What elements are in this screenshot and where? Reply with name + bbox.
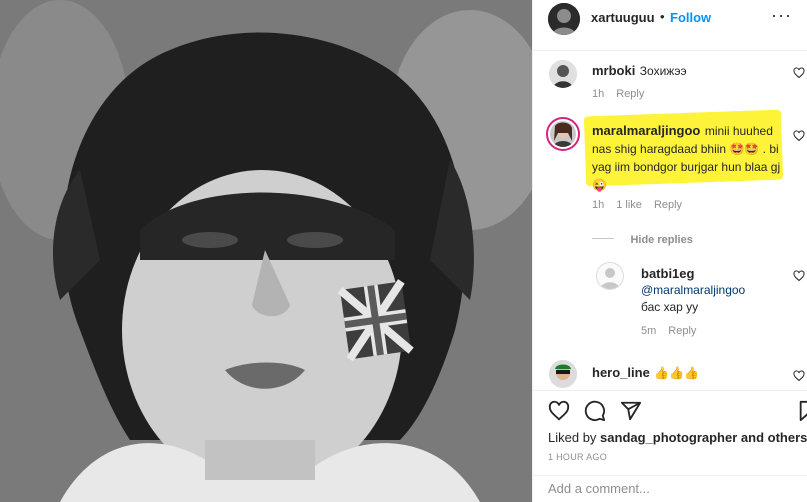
comment-text: Зохижээ	[639, 64, 687, 78]
comment-time: 1h	[592, 88, 605, 100]
comment-time: 1h	[592, 199, 605, 211]
comment-likes[interactable]: 1 like	[616, 199, 642, 211]
likes-suffix-label[interactable]: and others	[737, 430, 807, 445]
commenter-avatar[interactable]	[596, 262, 624, 290]
separator-dot: •	[660, 9, 665, 24]
replies-toggle[interactable]: Hide replies	[592, 230, 693, 248]
comment-meta: 1h 1 like Reply	[592, 199, 694, 211]
commenter-avatar[interactable]	[549, 60, 577, 88]
post-actions: Liked by sandag_photographer and others …	[533, 390, 807, 502]
reply-username[interactable]: batbi1eg	[641, 265, 791, 282]
commenter-avatar[interactable]	[549, 360, 577, 388]
liked-by-user[interactable]: sandag_photographer	[600, 430, 737, 445]
reply-button[interactable]: Reply	[668, 325, 696, 337]
add-comment-bar	[533, 475, 807, 502]
comment-text: 👍👍👍	[654, 366, 700, 380]
bookmark-icon[interactable]	[798, 400, 807, 422]
author-username[interactable]: xartuuguu	[591, 10, 655, 25]
post-timestamp: 1 HOUR AGO	[548, 452, 608, 462]
comment-username[interactable]: mrboki	[592, 63, 635, 78]
post-photo[interactable]	[0, 0, 532, 502]
hide-replies-button[interactable]: Hide replies	[630, 234, 692, 246]
reply-button[interactable]: Reply	[654, 199, 682, 211]
commenter-avatar[interactable]	[546, 117, 580, 151]
reply-text: бас хар уу	[641, 300, 699, 314]
more-icon[interactable]: ···	[771, 5, 792, 26]
comment-username[interactable]: maralmaraljingoo	[592, 123, 700, 138]
heart-icon[interactable]	[793, 370, 805, 382]
likes-summary: Liked by sandag_photographer and others	[548, 430, 807, 445]
author-avatar[interactable]	[548, 3, 580, 35]
photo-illustration	[0, 0, 532, 502]
follow-button[interactable]: Follow	[670, 10, 711, 25]
reply-mention[interactable]: @maralmaraljingoo	[641, 282, 791, 299]
reply-time: 5m	[641, 325, 657, 337]
share-icon[interactable]	[620, 400, 642, 422]
heart-icon[interactable]	[793, 130, 805, 142]
reply-button[interactable]: Reply	[616, 88, 644, 100]
reply-body: batbi1eg @maralmaraljingoo бас хар уу	[641, 265, 791, 316]
comment-icon[interactable]	[584, 400, 606, 422]
comment-username[interactable]: hero_line	[592, 365, 650, 380]
heart-icon[interactable]	[793, 67, 805, 79]
reply-meta: 5m Reply	[641, 325, 708, 337]
heart-icon[interactable]	[548, 400, 570, 422]
divider-line	[592, 238, 614, 240]
likes-prefix: Liked by	[548, 430, 601, 445]
add-comment-input[interactable]	[548, 481, 778, 496]
comment-meta: 1h Reply	[592, 88, 656, 100]
post-sidebar: xartuuguu • Follow ··· mrboki Зохижээ 1h…	[532, 0, 807, 502]
heart-icon[interactable]	[793, 270, 805, 282]
comment-body: maralmaraljingoo minii huuhed nas shig h…	[592, 122, 787, 194]
post-header: xartuuguu • Follow ···	[533, 0, 807, 51]
